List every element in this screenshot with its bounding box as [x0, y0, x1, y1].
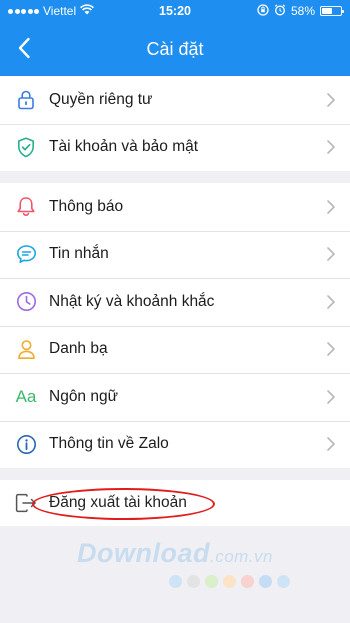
- settings-section-privacy: Quyền riêng tư Tài khoản và bảo mật: [0, 76, 350, 171]
- nav-bar: Cài đặt: [0, 22, 350, 76]
- person-icon: [15, 338, 37, 360]
- chevron-right-icon: [327, 389, 335, 404]
- chevron-right-icon: [327, 294, 335, 309]
- watermark-dots: [0, 575, 350, 588]
- chevron-right-icon: [327, 342, 335, 357]
- settings-item-messages[interactable]: Tin nhắn: [0, 230, 350, 279]
- battery-percent: 58%: [290, 4, 315, 18]
- watermark-dot: [222, 575, 236, 588]
- chevron-right-icon: [327, 199, 335, 214]
- settings-item-language[interactable]: Aa Ngôn ngữ: [0, 373, 350, 421]
- logout-icon: [15, 492, 37, 514]
- info-icon: [15, 433, 37, 455]
- header-bar: Viettel 15:20 58% Cài đặt: [0, 0, 350, 76]
- chevron-left-icon: [18, 37, 30, 59]
- watermark-brand: Download: [76, 538, 210, 568]
- status-bar: Viettel 15:20 58%: [0, 0, 350, 22]
- settings-item-label: Nhật ký và khoảnh khắc: [49, 292, 215, 310]
- watermark-dot: [168, 575, 182, 588]
- logout-label: Đăng xuất tài khoản: [49, 494, 187, 511]
- watermark-domain: .com.vn: [209, 547, 274, 566]
- watermark-text: Download.com.vn: [0, 538, 350, 569]
- language-icon: Aa: [15, 386, 37, 408]
- logout-button[interactable]: Đăng xuất tài khoản: [0, 480, 350, 526]
- alarm-icon: [274, 3, 286, 19]
- wifi-icon: [80, 4, 95, 18]
- settings-item-label: Thông báo: [49, 197, 124, 215]
- settings-item-label: Quyền riêng tư: [49, 90, 153, 108]
- signal-strength-icon: [8, 8, 39, 14]
- watermark-dot: [276, 575, 290, 588]
- carrier-name: Viettel: [43, 4, 77, 18]
- battery-icon: [320, 6, 344, 16]
- section-divider: [0, 171, 350, 183]
- shield-icon: [15, 136, 37, 158]
- chat-bubble-icon: [15, 243, 37, 265]
- settings-section-general: Thông báo Tin nhắn Nhật ký và khoảnh khắ…: [0, 183, 350, 468]
- settings-item-about[interactable]: Thông tin về Zalo: [0, 420, 350, 469]
- watermark-dot: [258, 575, 272, 588]
- settings-item-label: Tài khoản và bảo mật: [49, 138, 199, 156]
- orientation-lock-icon: [257, 3, 269, 19]
- page-title: Cài đặt: [146, 38, 204, 59]
- settings-item-contacts[interactable]: Danh bạ: [0, 325, 350, 374]
- clock-icon: [15, 291, 37, 313]
- watermark-dot: [186, 575, 200, 588]
- settings-item-label: Tin nhắn: [49, 245, 109, 263]
- chevron-right-icon: [327, 437, 335, 452]
- chevron-right-icon: [327, 92, 335, 107]
- section-divider: [0, 468, 350, 480]
- language-icon-text: Aa: [15, 386, 37, 406]
- watermark: Download.com.vn: [0, 538, 350, 588]
- settings-section-logout: Đăng xuất tài khoản: [0, 480, 350, 526]
- watermark-dot: [240, 575, 254, 588]
- settings-item-notifications[interactable]: Thông báo: [0, 183, 350, 231]
- settings-item-label: Danh bạ: [49, 340, 108, 358]
- watermark-dot: [204, 575, 218, 588]
- settings-item-privacy[interactable]: Quyền riêng tư: [0, 76, 350, 124]
- back-button[interactable]: [10, 32, 38, 64]
- chevron-right-icon: [327, 247, 335, 262]
- settings-item-label: Ngôn ngữ: [49, 387, 118, 405]
- settings-item-account-security[interactable]: Tài khoản và bảo mật: [0, 123, 350, 172]
- lock-icon: [15, 89, 37, 111]
- bell-icon: [15, 196, 37, 218]
- settings-item-label: Thông tin về Zalo: [49, 435, 169, 453]
- settings-item-timeline[interactable]: Nhật ký và khoảnh khắc: [0, 278, 350, 326]
- chevron-right-icon: [327, 140, 335, 155]
